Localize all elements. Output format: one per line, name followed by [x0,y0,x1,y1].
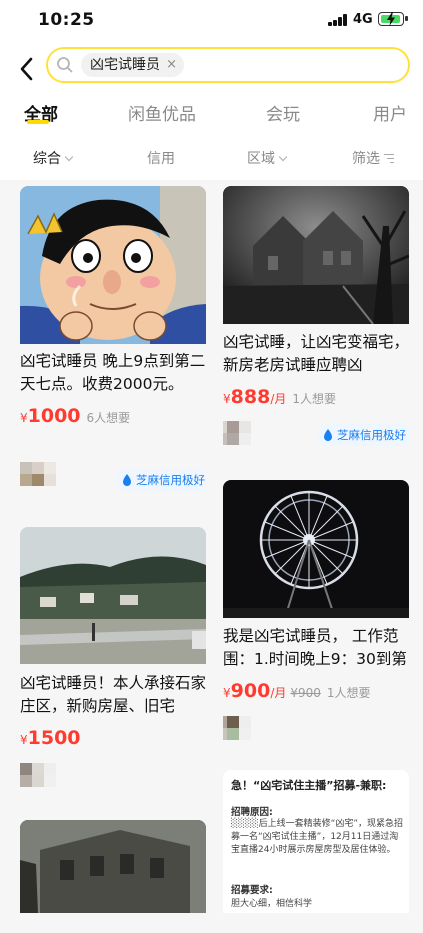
battery-icon [378,12,408,26]
droplet-icon [123,474,131,486]
search-icon [57,57,73,73]
poster-section-heading: 招聘原因: [231,807,273,818]
signal-icon [328,14,348,26]
active-tab-indicator [27,120,49,124]
product-title: 凶宅试睡，让凶宅变福宅，新房老房试睡应聘凶 [223,333,409,374]
droplet-icon [324,429,332,441]
search-bar[interactable]: 凶宅试睡员 × [46,47,410,83]
filter-bar: 综合 信用 区域 筛选 [0,144,423,172]
poster-body: ░░░░后上线一套精装修“凶宅”，现紧急招募一名“凶宅试住主播”，12月11日通… [231,819,404,855]
search-header: 凶宅试睡员 × 全部 闲鱼优品 会玩 用户 综合 信用 区域 筛选 [0,44,423,180]
filter-sort[interactable]: 综合 [33,148,74,168]
product-image[interactable] [20,186,206,344]
tab-users[interactable]: 用户 [373,100,407,125]
poster-requirements: 胆大心细，相信科学 [231,899,313,909]
product-title: 凶宅试睡员 晚上9点到第二天七点。收费2000元。 [20,352,206,393]
product-price: ¥900/月 ¥900 1人想要 [223,680,371,702]
product-price: ¥888/月 1人想要 [223,386,336,408]
chevron-down-icon [278,152,288,162]
avatar[interactable] [223,421,257,445]
tab-xianyu-premium[interactable]: 闲鱼优品 [128,100,196,125]
network-type: 4G [353,12,373,27]
filter-credit[interactable]: 信用 [147,148,175,168]
want-count: 1人想要 [292,392,336,406]
product-image[interactable] [20,820,206,913]
product-image[interactable] [223,186,409,324]
original-price: ¥900 [290,686,321,700]
product-title: 凶宅试睡员！本人承接石家庄区，新购房屋、旧宅 [20,674,206,715]
want-count: 6人想要 [86,411,131,425]
product-card[interactable]: 急！“凶宅试住主播”招募-兼职: 招聘原因: ░░░░后上线一套精装修“凶宅”，… [223,770,409,913]
screen: 10:25 4G 凶宅试睡员 × 全部 闲鱼优品 会玩 用户 综合 信用 区域 … [0,0,423,933]
status-bar: 10:25 4G [0,0,423,44]
product-card[interactable]: 我是凶宅试睡员， 工作范围：1.时间晚上9：30到第 ¥900/月 ¥900 1人想… [223,480,409,750]
tab-fun[interactable]: 会玩 [266,100,300,125]
product-card[interactable]: 凶宅试睡员！本人承接石家庄区，新购房屋、旧宅 ¥1500 [20,527,206,797]
category-tabs: 全部 闲鱼优品 会玩 用户 [0,96,423,132]
product-price: ¥1500 [20,727,81,749]
chevron-down-icon [64,152,74,162]
bottom-edge [0,913,423,933]
credit-badge: 芝麻信用极好 [116,469,206,491]
poster-title: 急！“凶宅试住主播”招募-兼职: [231,779,387,792]
poster-section-heading: 招募要求: [231,885,273,896]
filter-more[interactable]: 筛选 [352,148,394,168]
product-card[interactable]: 凶宅试睡员 晚上9点到第二天七点。收费2000元。 ¥1000 6人想要 芝麻信用… [20,186,206,496]
product-image[interactable] [223,480,409,618]
credit-badge: 芝麻信用极好 [317,424,409,446]
product-card[interactable]: 凶宅试睡，让凶宅变福宅，新房老房试睡应聘凶 ¥888/月 1人想要 芝麻信用极好 [223,186,409,456]
product-image[interactable] [20,527,206,664]
search-query: 凶宅试睡员 [90,57,160,73]
filter-region[interactable]: 区域 [247,148,288,168]
avatar[interactable] [20,763,62,787]
search-query-chip[interactable]: 凶宅试睡员 × [81,53,184,77]
product-card[interactable] [20,820,206,913]
avatar[interactable] [20,462,62,486]
back-icon[interactable] [14,54,40,84]
filter-icon [384,154,394,164]
clear-chip-icon[interactable]: × [166,53,177,77]
avatar[interactable] [223,716,257,740]
product-title: 我是凶宅试睡员， 工作范围：1.时间晚上9：30到第 [223,627,407,668]
product-price: ¥1000 6人想要 [20,405,131,427]
want-count: 1人想要 [326,686,371,700]
status-time: 10:25 [38,10,95,30]
